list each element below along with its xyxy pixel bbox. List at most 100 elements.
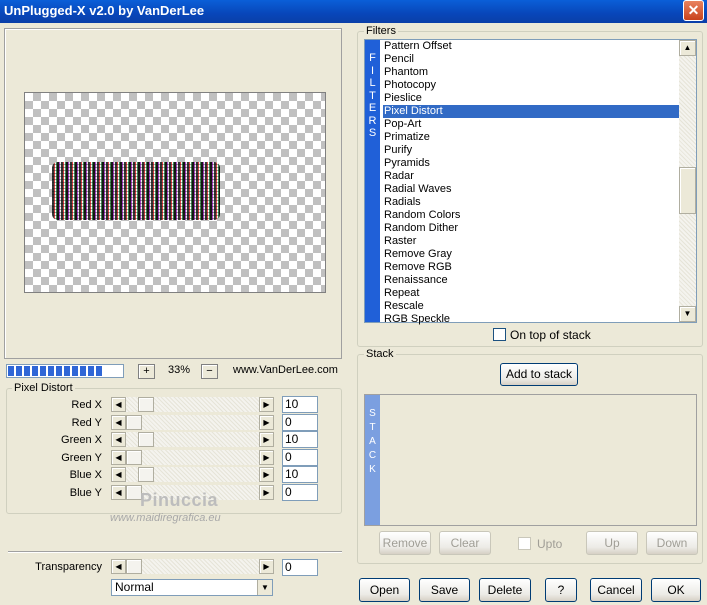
help-button[interactable]: ?: [545, 578, 577, 602]
title-bar: UnPlugged-X v2.0 by VanDerLee ✕: [0, 0, 707, 23]
transparency-input[interactable]: 0: [282, 559, 318, 576]
watermark-site: www.maidiregrafica.eu: [110, 512, 221, 524]
slider-track[interactable]: [126, 449, 261, 465]
delete-button[interactable]: Delete: [479, 578, 531, 602]
slider-value-input[interactable]: 0: [282, 484, 318, 501]
filter-item[interactable]: Pop-Art: [383, 118, 679, 131]
stack-side-letter: T: [369, 422, 376, 433]
cancel-button[interactable]: Cancel: [590, 578, 642, 602]
blend-mode-value: Normal: [115, 580, 154, 594]
zoom-in-button[interactable]: +: [138, 364, 155, 379]
blend-mode-select[interactable]: Normal ▼: [111, 579, 273, 596]
filter-item[interactable]: Raster: [383, 235, 679, 248]
stack-side-letter: K: [369, 464, 376, 475]
add-to-stack-button[interactable]: Add to stack: [500, 363, 578, 386]
filter-item[interactable]: Pattern Offset: [383, 40, 679, 53]
slider-value-input[interactable]: 0: [282, 448, 318, 466]
slider-increase-button[interactable]: ▶: [259, 432, 274, 448]
slider-decrease-button[interactable]: ◀: [111, 485, 126, 500]
slider-increase-button[interactable]: ▶: [259, 414, 274, 430]
slider-label: Green Y: [61, 451, 102, 464]
up-button[interactable]: Up: [586, 531, 638, 555]
stack-side-letter: A: [369, 436, 376, 447]
filter-item[interactable]: Renaissance: [383, 274, 679, 287]
slider-value-input[interactable]: 10: [282, 431, 318, 449]
slider-decrease-button[interactable]: ◀: [111, 432, 126, 448]
chevron-down-icon[interactable]: ▼: [257, 580, 272, 595]
upto-checkbox[interactable]: [518, 537, 531, 550]
progress-segment: [16, 366, 22, 376]
progress-segment: [64, 366, 70, 376]
close-button[interactable]: ✕: [683, 0, 704, 21]
remove-button[interactable]: Remove: [379, 531, 431, 555]
slider-thumb[interactable]: [138, 397, 154, 412]
slider-value-input[interactable]: 0: [282, 413, 318, 431]
filter-item[interactable]: Pyramids: [383, 157, 679, 170]
watermark-name: Pinuccia: [140, 490, 219, 510]
filter-item[interactable]: Rescale: [383, 300, 679, 313]
filter-item[interactable]: Radar: [383, 170, 679, 183]
slider-thumb[interactable]: [138, 432, 154, 448]
down-button[interactable]: Down: [646, 531, 698, 555]
filter-item[interactable]: Radial Waves: [383, 183, 679, 196]
filter-item[interactable]: Pieslice: [383, 92, 679, 105]
progress-segment: [40, 366, 46, 376]
website-link[interactable]: www.VanDerLee.com: [233, 364, 338, 376]
filters-side-letter: I: [370, 64, 375, 77]
slider-decrease-button[interactable]: ◀: [111, 449, 126, 465]
filters-side-letter: T: [369, 89, 376, 102]
filter-item[interactable]: RGB Speckle: [383, 313, 679, 326]
close-icon: ✕: [687, 2, 700, 18]
transparency-thumb[interactable]: [126, 559, 142, 574]
slider-thumb[interactable]: [126, 449, 142, 465]
filter-item[interactable]: Pixel Distort: [383, 105, 679, 118]
zoom-out-button[interactable]: −: [201, 364, 218, 379]
slider-increase-button[interactable]: ▶: [259, 467, 274, 483]
filter-item[interactable]: Radials: [383, 196, 679, 209]
slider-label: Red Y: [71, 416, 102, 429]
progress-segment: [96, 366, 102, 376]
ok-button[interactable]: OK: [651, 578, 701, 602]
open-button[interactable]: Open: [359, 578, 410, 602]
stack-side-label: STACK: [365, 395, 380, 525]
slider-thumb[interactable]: [138, 467, 154, 483]
progress-segment: [56, 366, 62, 376]
stack-list[interactable]: [364, 394, 697, 526]
stack-side-letter: C: [368, 450, 377, 461]
transparency-decrease-button[interactable]: ◀: [111, 559, 126, 574]
filter-item[interactable]: Pencil: [383, 53, 679, 66]
filter-item[interactable]: Remove RGB: [383, 261, 679, 274]
filter-item[interactable]: Repeat: [383, 287, 679, 300]
slider-thumb[interactable]: [126, 414, 142, 430]
progress-segment: [8, 366, 14, 376]
on-top-checkbox[interactable]: [493, 328, 506, 341]
filter-item[interactable]: Primatize: [383, 131, 679, 144]
filters-side-letter: E: [368, 102, 377, 114]
slider-increase-button[interactable]: ▶: [259, 449, 274, 465]
transparency-increase-button[interactable]: ▶: [259, 559, 274, 574]
filter-item[interactable]: Random Dither: [383, 222, 679, 235]
transparency-track[interactable]: [126, 559, 261, 574]
filters-side-letter: R: [368, 114, 377, 127]
slider-decrease-button[interactable]: ◀: [111, 397, 126, 412]
scroll-up-icon[interactable]: ▲: [679, 40, 696, 56]
filters-scroll-thumb[interactable]: [679, 167, 696, 214]
filters-side-letter: L: [369, 77, 376, 89]
filter-item[interactable]: Photocopy: [383, 79, 679, 92]
slider-decrease-button[interactable]: ◀: [111, 414, 126, 430]
clear-button[interactable]: Clear: [439, 531, 491, 555]
slider-decrease-button[interactable]: ◀: [111, 467, 126, 483]
slider-track[interactable]: [126, 414, 261, 430]
slider-increase-button[interactable]: ▶: [259, 397, 274, 412]
slider-value-input[interactable]: 10: [282, 466, 318, 484]
slider-increase-button[interactable]: ▶: [259, 485, 274, 500]
slider-value-input[interactable]: 10: [282, 396, 318, 413]
save-button[interactable]: Save: [419, 578, 470, 602]
scroll-down-icon[interactable]: ▼: [679, 306, 696, 322]
upto-label: Upto: [537, 537, 563, 551]
filter-item[interactable]: Remove Gray: [383, 248, 679, 261]
filter-item[interactable]: Purify: [383, 144, 679, 157]
filter-item[interactable]: Phantom: [383, 66, 679, 79]
filter-item[interactable]: Random Colors: [383, 209, 679, 222]
progress-segment: [24, 366, 30, 376]
